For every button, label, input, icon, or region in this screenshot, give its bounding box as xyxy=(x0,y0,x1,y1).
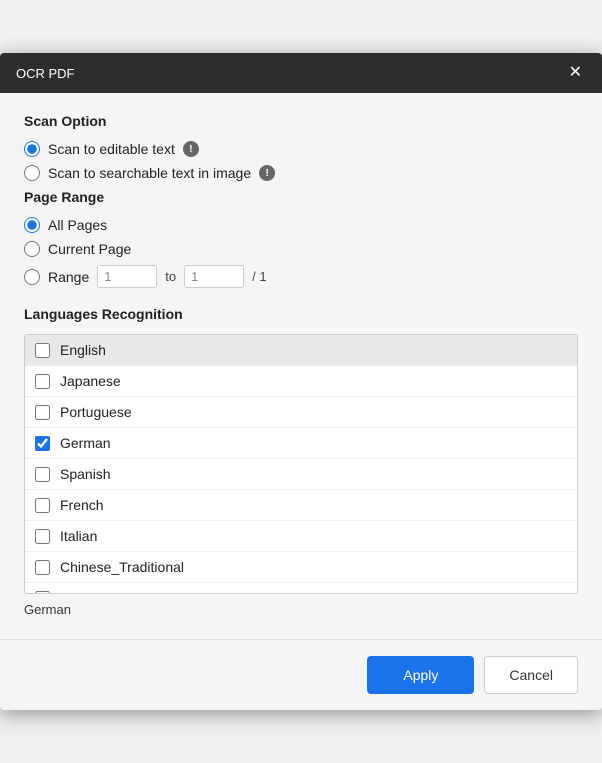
english-label[interactable]: English xyxy=(60,342,106,358)
list-item[interactable]: English xyxy=(25,335,577,366)
title-bar: OCR PDF ✕ xyxy=(0,53,602,93)
to-label: to xyxy=(165,269,176,284)
all-pages-row: All Pages xyxy=(24,217,578,233)
list-item[interactable]: Chinese_Simplified xyxy=(25,583,577,594)
portuguese-checkbox[interactable] xyxy=(35,405,50,420)
list-item[interactable]: Italian xyxy=(25,521,577,552)
scan-option-section: Scan Option Scan to editable text ! Scan… xyxy=(24,113,578,181)
portuguese-label[interactable]: Portuguese xyxy=(60,404,132,420)
japanese-label[interactable]: Japanese xyxy=(60,373,121,389)
ocr-pdf-dialog: OCR PDF ✕ Scan Option Scan to editable t… xyxy=(0,53,602,710)
italian-label[interactable]: Italian xyxy=(60,528,97,544)
range-label[interactable]: Range xyxy=(48,269,89,285)
german-checkbox[interactable] xyxy=(35,436,50,451)
scan-searchable-info-icon: ! xyxy=(259,165,275,181)
french-checkbox[interactable] xyxy=(35,498,50,513)
scan-editable-row: Scan to editable text ! xyxy=(24,141,578,157)
current-page-radio[interactable] xyxy=(24,241,40,257)
cancel-button[interactable]: Cancel xyxy=(484,656,578,694)
german-label[interactable]: German xyxy=(60,435,111,451)
scan-editable-label[interactable]: Scan to editable text xyxy=(48,141,175,157)
page-range-title: Page Range xyxy=(24,189,578,205)
scan-searchable-label[interactable]: Scan to searchable text in image xyxy=(48,165,251,181)
english-checkbox[interactable] xyxy=(35,343,50,358)
list-item[interactable]: Japanese xyxy=(25,366,577,397)
scan-option-title: Scan Option xyxy=(24,113,578,129)
languages-section: Languages Recognition English Japanese P… xyxy=(24,306,578,619)
total-pages-label: / 1 xyxy=(252,269,266,284)
spanish-checkbox[interactable] xyxy=(35,467,50,482)
dialog-title: OCR PDF xyxy=(16,66,75,81)
range-to-input[interactable] xyxy=(184,265,244,288)
dialog-footer: Apply Cancel xyxy=(0,639,602,710)
scan-option-group: Scan to editable text ! Scan to searchab… xyxy=(24,141,578,181)
language-list[interactable]: English Japanese Portuguese German xyxy=(24,334,578,594)
page-range-section: Page Range All Pages Current Page Range … xyxy=(24,189,578,288)
chinese-simplified-checkbox[interactable] xyxy=(35,591,50,595)
scan-editable-radio[interactable] xyxy=(24,141,40,157)
japanese-checkbox[interactable] xyxy=(35,374,50,389)
chinese-simplified-label[interactable]: Chinese_Simplified xyxy=(60,590,180,594)
list-item[interactable]: Portuguese xyxy=(25,397,577,428)
scan-searchable-radio[interactable] xyxy=(24,165,40,181)
dialog-content: Scan Option Scan to editable text ! Scan… xyxy=(0,93,602,639)
range-from-input[interactable] xyxy=(97,265,157,288)
chinese-traditional-checkbox[interactable] xyxy=(35,560,50,575)
scan-searchable-row: Scan to searchable text in image ! xyxy=(24,165,578,181)
list-item[interactable]: German xyxy=(25,428,577,459)
current-page-label[interactable]: Current Page xyxy=(48,241,131,257)
all-pages-label[interactable]: All Pages xyxy=(48,217,107,233)
chinese-traditional-label[interactable]: Chinese_Traditional xyxy=(60,559,184,575)
all-pages-radio[interactable] xyxy=(24,217,40,233)
list-item[interactable]: Chinese_Traditional xyxy=(25,552,577,583)
current-page-row: Current Page xyxy=(24,241,578,257)
spanish-label[interactable]: Spanish xyxy=(60,466,111,482)
scan-editable-info-icon: ! xyxy=(183,141,199,157)
list-item[interactable]: French xyxy=(25,490,577,521)
range-radio[interactable] xyxy=(24,269,40,285)
list-item[interactable]: Spanish xyxy=(25,459,577,490)
french-label[interactable]: French xyxy=(60,497,104,513)
selected-language-display: German xyxy=(24,600,578,619)
page-range-group: All Pages Current Page Range to / 1 xyxy=(24,217,578,288)
range-row: Range to / 1 xyxy=(24,265,578,288)
close-button[interactable]: ✕ xyxy=(565,63,586,83)
languages-title: Languages Recognition xyxy=(24,306,578,322)
apply-button[interactable]: Apply xyxy=(367,656,474,694)
italian-checkbox[interactable] xyxy=(35,529,50,544)
